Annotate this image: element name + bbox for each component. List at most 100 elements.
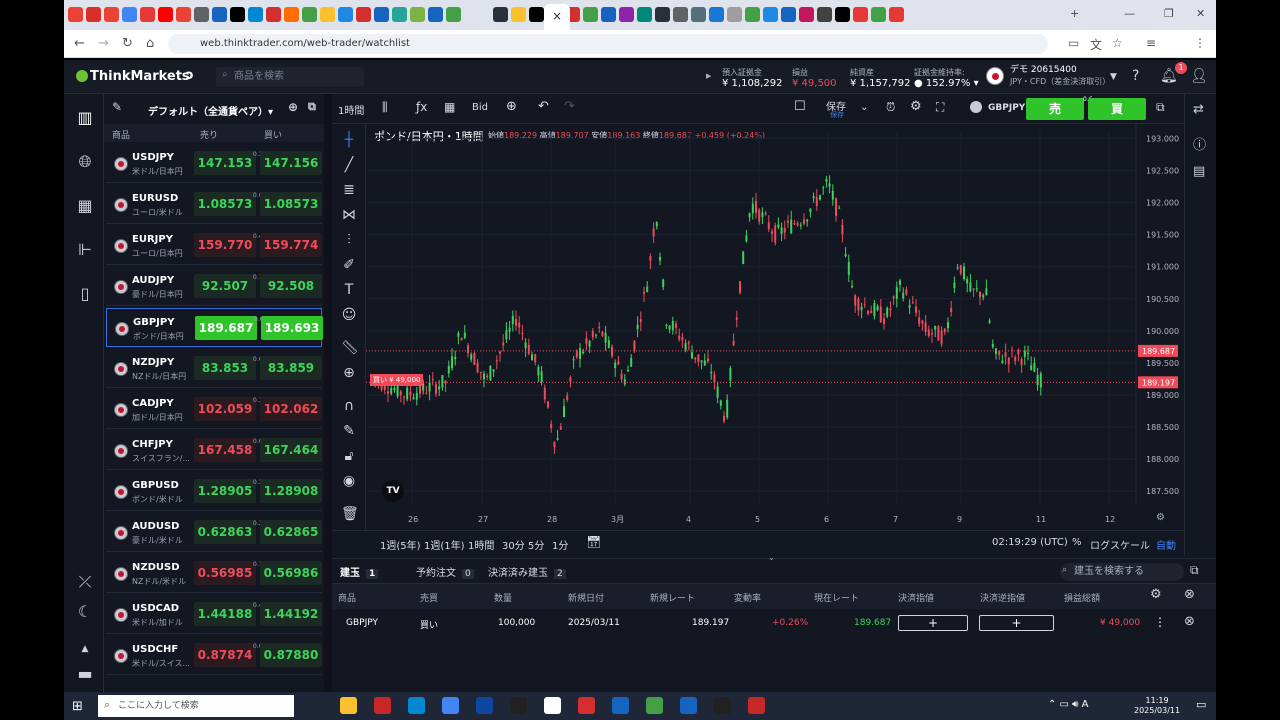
crosshair-icon[interactable]: ┼ (341, 132, 357, 148)
timeframe-2[interactable]: 1時間 (468, 537, 494, 552)
sell-button[interactable]: 売 189.687 (1026, 98, 1084, 138)
taskbar-app-icon[interactable] (408, 697, 425, 714)
watchlist-row-usdchf[interactable]: USDCHF 米ドル/スイス... 0.87874 0.6 0.87880 (106, 636, 322, 675)
positions-header-8[interactable]: 決済逆指値 (980, 591, 1025, 604)
tab-favicon[interactable] (212, 7, 227, 22)
buy-price-button[interactable]: 92.508 (260, 274, 322, 298)
interval-button[interactable]: 1時間 (338, 102, 364, 117)
tab-favicon[interactable] (763, 7, 778, 22)
watchlist-row-eurjpy[interactable]: EURJPY ユーロ/日本円 159.770 0.4 159.774 (106, 226, 322, 265)
orderbook-icon[interactable]: ▤ (1193, 164, 1205, 179)
take-profit-add-button[interactable]: + (898, 615, 968, 631)
sell-price-button[interactable]: 159.770 (194, 233, 256, 257)
positions-header-2[interactable]: 数量 (494, 591, 512, 604)
tab-favicon[interactable] (493, 7, 508, 22)
tab-favicon[interactable] (176, 7, 191, 22)
tab-favicon[interactable] (86, 7, 101, 22)
positions-header-3[interactable]: 新規日付 (568, 591, 604, 604)
buy-price-button[interactable]: 83.859 (260, 356, 322, 380)
positions-header-9[interactable]: 損益総額 (1064, 591, 1100, 604)
chat-icon[interactable]: ▬ (75, 664, 95, 683)
active-tab-close-icon[interactable]: × (544, 4, 570, 30)
tradingview-watermark-icon[interactable]: TV (382, 480, 404, 502)
stat-margin-level[interactable]: 証拠金維持率: ● 152.97% ▾ (914, 67, 979, 89)
watchlist-row-nzdjpy[interactable]: NZDJPY NZドル/日本円 83.853 0.6 83.859 (106, 349, 322, 388)
watchlist-row-nzdusd[interactable]: NZDUSD NZドル/米ドル 0.56985 0.1 0.56986 (106, 554, 322, 593)
lock-draw-icon[interactable]: ✎ (341, 423, 357, 439)
collapse-handle-icon[interactable]: ⌄ (768, 553, 775, 562)
notification-center-icon[interactable]: ▭ (1196, 698, 1206, 711)
watchlist-row-cadjpy[interactable]: CADJPY 加ドル/日本円 102.059 0.3 102.062 (106, 390, 322, 429)
positions-header-7[interactable]: 決済指値 (898, 591, 934, 604)
cast-icon[interactable]: ▭ (1068, 36, 1079, 50)
buy-price-button[interactable]: 0.56986 (260, 561, 322, 585)
close-position-icon[interactable]: ⊗ (1184, 614, 1195, 629)
taskbar-app-icon[interactable] (442, 697, 459, 714)
menu-icon[interactable]: ⋮ (1194, 36, 1206, 50)
tab-favicon[interactable] (158, 7, 173, 22)
eye-icon[interactable]: ◉ (341, 473, 357, 489)
tab-favicon[interactable] (529, 7, 544, 22)
utc-clock[interactable]: 02:19:29 (UTC) (992, 537, 1068, 548)
positions-tab-2[interactable]: 決済済み建玉 2 (488, 564, 566, 579)
timeframe-0[interactable]: 1週(5年) (380, 537, 421, 552)
sell-price-button[interactable]: 167.458 (194, 438, 256, 462)
back-icon[interactable]: ← (74, 36, 85, 51)
buy-price-button[interactable]: 167.464 (260, 438, 322, 462)
sell-price-button[interactable]: 189.687 (195, 316, 257, 340)
expand-panel-icon[interactable]: ⧉ (1190, 563, 1199, 578)
bid-toggle[interactable]: Bid (472, 102, 488, 113)
symbol-label[interactable]: GBPJPY (988, 103, 1025, 113)
positions-tab-0[interactable]: 建玉 1 (340, 564, 379, 579)
zoom-icon[interactable]: ⊕ (341, 365, 357, 381)
home-icon[interactable]: ⌂ (146, 36, 154, 51)
alert-icon[interactable]: ⏰︎ (886, 100, 895, 115)
position-order-label[interactable]: 買い ¥ 49,000 (370, 374, 424, 386)
taskbar-app-icon[interactable] (374, 697, 391, 714)
account-selector[interactable]: デモ 20615400 JPY・CFD（差金決済取引） (984, 65, 1110, 89)
positions-header-5[interactable]: 変動率 (734, 591, 761, 604)
buy-price-button[interactable]: 1.08573 (260, 192, 322, 216)
expand-icon[interactable]: ⛶ (936, 100, 944, 115)
settings-gear-icon[interactable]: ⚙ (910, 99, 922, 114)
calendar-icon[interactable]: ▦ (75, 196, 95, 215)
tab-favicon[interactable] (871, 7, 886, 22)
position-search-input[interactable]: 建玉を検索する (1060, 563, 1184, 581)
forward-icon[interactable]: → (98, 36, 109, 51)
sell-price-button[interactable]: 1.28905 (194, 479, 256, 503)
projection-icon[interactable]: ⫶ (341, 232, 357, 248)
translate-icon[interactable]: 文 (1090, 36, 1102, 53)
taskbar-app-icon[interactable] (340, 697, 357, 714)
percent-toggle[interactable]: % (1072, 537, 1082, 548)
tab-favicon[interactable] (835, 7, 850, 22)
col-sell[interactable]: 売り (200, 128, 218, 141)
timeframe-1[interactable]: 1週(1年) (424, 537, 465, 552)
close-all-icon[interactable]: ⊗ (1184, 587, 1195, 602)
taskbar-app-icon[interactable] (680, 697, 697, 714)
candle-type-icon[interactable]: ⫼ (382, 100, 388, 115)
watchlist-row-gbpusd[interactable]: GBPUSD ポンド/米ドル 1.28905 0.3 1.28908 (106, 472, 322, 511)
positions-header-4[interactable]: 新規レート (650, 591, 695, 604)
tab-favicon[interactable] (673, 7, 688, 22)
taskbar-app-icon[interactable] (612, 697, 629, 714)
tab-favicon[interactable] (446, 7, 461, 22)
row-menu-icon[interactable]: ⋮ (1154, 615, 1166, 629)
redo-icon[interactable]: ↷ (564, 99, 575, 114)
taskbar-app-icon[interactable] (510, 697, 527, 714)
tab-favicon[interactable] (781, 7, 796, 22)
tab-favicon[interactable] (655, 7, 670, 22)
popout-icon[interactable]: ⧉ (308, 100, 316, 114)
tab-favicon[interactable] (745, 7, 760, 22)
sell-price-button[interactable]: 0.62863 (194, 520, 256, 544)
positions-header-0[interactable]: 商品 (338, 591, 356, 604)
layout-icon[interactable]: ▦ (444, 100, 455, 114)
bookmark-star-icon[interactable]: ☆ (1112, 36, 1123, 50)
tab-favicon[interactable] (889, 7, 904, 22)
book-icon[interactable]: ▯ (75, 284, 95, 303)
sell-price-button[interactable]: 0.56985 (194, 561, 256, 585)
reading-list-icon[interactable]: ≡ (1146, 36, 1156, 50)
fullscreen-box-icon[interactable]: ☐ (794, 99, 806, 114)
taskbar-search-input[interactable]: ここに入力して検索 (98, 695, 294, 717)
tab-favicon[interactable] (320, 7, 335, 22)
buy-price-button[interactable]: 1.28908 (260, 479, 322, 503)
